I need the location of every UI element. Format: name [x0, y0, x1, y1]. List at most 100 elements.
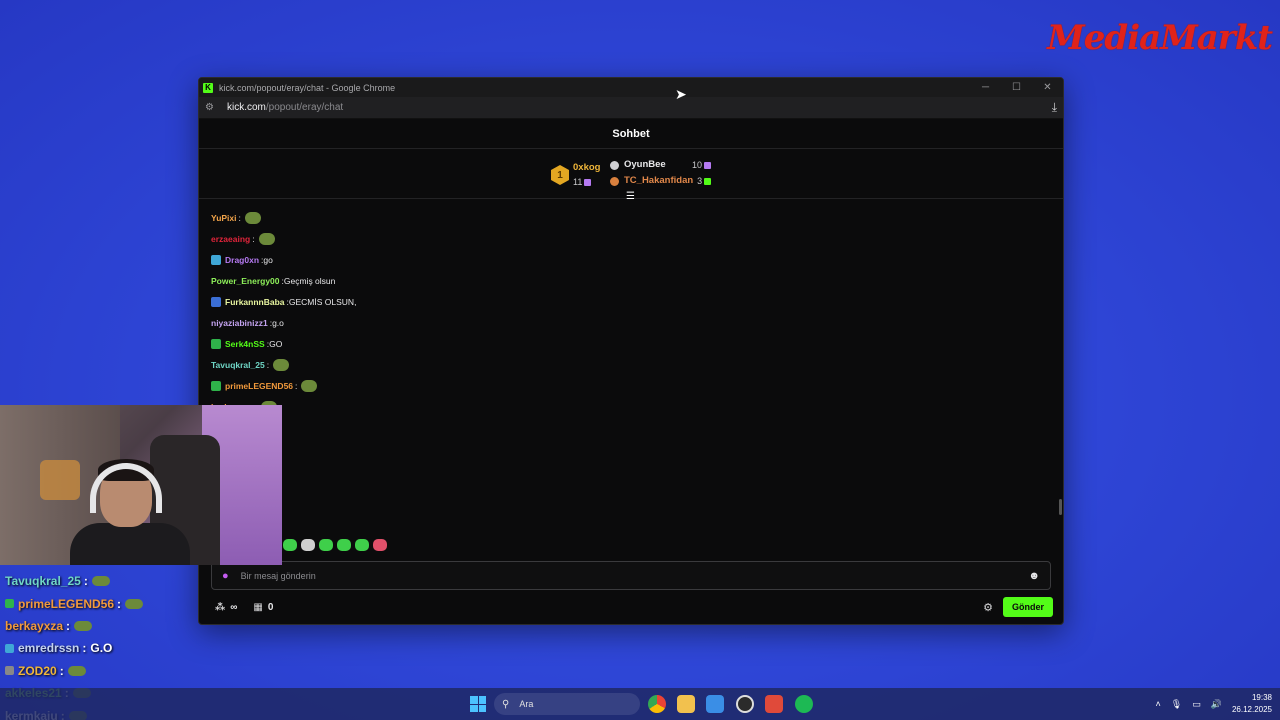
obs-icon[interactable]	[736, 695, 754, 713]
taskbar-search[interactable]: ⚲ Ara	[494, 693, 640, 715]
user-badge-icon	[5, 599, 14, 609]
user-badge-icon	[5, 643, 14, 653]
emote-icon	[258, 232, 275, 245]
url-path: /popout/eray/chat	[265, 102, 344, 113]
gift-icon	[584, 179, 592, 187]
chat-username[interactable]: Serk4nSS	[225, 339, 265, 349]
chat-username[interactable]: Tavuqkral_25	[211, 360, 265, 370]
search-icon: ⚲	[502, 698, 510, 710]
chrome-icon[interactable]	[648, 695, 666, 713]
chat-username[interactable]: Power_Energy00	[211, 276, 280, 286]
chat-message-text: Geçmiş olsun	[283, 275, 336, 286]
bronze-rank-icon	[610, 176, 619, 186]
gear-icon[interactable]: ⚙	[983, 601, 993, 614]
gift-icon	[704, 161, 712, 169]
leaderboard-row[interactable]: OyunBee 10	[610, 157, 712, 173]
overlay-username: primeLEGEND56	[18, 596, 115, 611]
leaderboard-name: OyunBee	[624, 159, 666, 170]
chat-message: niyaziabinizz1: g.o	[211, 312, 1051, 333]
overlay-username: Tavuqkral_25	[5, 574, 81, 589]
emote-icon	[125, 598, 144, 609]
emote-icon	[273, 358, 290, 371]
title-bar[interactable]: K kick.com/popout/eray/chat - Google Chr…	[199, 78, 1063, 97]
microphone-tray-icon[interactable]: 🎙	[1171, 699, 1182, 710]
chat-message: YuPixi:	[211, 207, 1051, 228]
gift-leaderboard: 1 0xkog 11 OyunBee 10 TC_Hakanfidan 3 ☰	[199, 149, 1063, 202]
brand-logo: MediaMarkt	[1047, 18, 1273, 58]
chat-separator: :	[266, 359, 270, 370]
url-host: kick.com	[227, 102, 266, 113]
overlay-chat-message: primeLEGEND56:	[5, 592, 144, 614]
chat-username[interactable]: Drag0xn	[225, 255, 259, 265]
emoji-icon[interactable]: ☻	[1028, 570, 1040, 582]
gifts-button[interactable]: ▦ 0	[253, 602, 273, 613]
window-title: kick.com/popout/eray/chat - Google Chrom…	[219, 82, 396, 93]
chat-username[interactable]: niyaziabinizz1	[211, 318, 268, 328]
chat-username[interactable]: FurkannnBaba	[225, 297, 285, 307]
user-badge-icon	[211, 338, 221, 349]
points-button[interactable]: ⁂ ∞	[215, 602, 237, 613]
chat-message-text: go	[263, 254, 273, 265]
chat-input[interactable]: ● Bir mesaj gönderin ☻	[211, 561, 1051, 590]
game-app-icon[interactable]	[765, 695, 783, 713]
gift-box-icon: ▦	[253, 601, 263, 613]
clock[interactable]: 19:38 26.12.2025	[1232, 692, 1272, 716]
overlay-message-text: G.O	[90, 641, 113, 656]
clock-date: 26.12.2025	[1231, 705, 1272, 714]
emote-icon	[301, 379, 318, 392]
overlay-chat-message: Tavuqkral_25:	[5, 570, 143, 592]
chat-message: erzaeaing:	[211, 228, 1051, 249]
overlay-chat-message: ZOD20:	[5, 660, 143, 682]
overlay-separator: :	[117, 596, 122, 611]
site-settings-icon[interactable]: ⚙	[205, 102, 219, 113]
microphone-icon[interactable]: ●	[222, 570, 229, 582]
chat-message-text: GECMİS OLSUN,	[288, 296, 357, 307]
emote-icon	[244, 211, 261, 224]
leaderboard-count: 3	[697, 176, 703, 186]
chat-separator: :	[252, 233, 255, 244]
chrome-window: K kick.com/popout/eray/chat - Google Chr…	[198, 77, 1064, 625]
silver-rank-icon	[610, 160, 619, 170]
chat-input-placeholder: Bir mesaj gönderin	[240, 570, 316, 581]
network-icon[interactable]: ▭	[1192, 699, 1201, 710]
kick-favicon-icon: K	[203, 82, 213, 93]
close-icon[interactable]: ✕	[1032, 82, 1063, 93]
chat-username[interactable]: YuPixi	[211, 213, 237, 223]
chat-message: FurkannnBaba: GECMİS OLSUN,	[211, 291, 1051, 312]
photos-icon[interactable]	[706, 695, 724, 713]
emote-icon	[373, 539, 387, 551]
overlay-separator: :	[66, 618, 71, 633]
leaderboard-first-count: 11	[573, 177, 583, 187]
leaderboard-first[interactable]: 1 0xkog 11	[551, 160, 600, 190]
chat-header: Sohbet	[199, 119, 1063, 149]
chat-message-text: g.o	[272, 317, 284, 328]
minimize-icon[interactable]: ─	[970, 82, 1001, 93]
maximize-icon[interactable]: ☐	[1001, 82, 1032, 93]
points-icon: ⁂	[215, 601, 226, 613]
overlay-chat-message: emredrssn: G.O	[5, 637, 143, 659]
volume-icon[interactable]: 🔊	[1211, 699, 1222, 710]
start-icon[interactable]	[470, 696, 486, 712]
chat-separator: :	[238, 212, 241, 223]
chevron-up-icon[interactable]: ˄	[1156, 699, 1161, 709]
chat-username[interactable]: erzaeaing	[211, 234, 250, 244]
user-badge-icon	[211, 296, 221, 307]
chat-message: Power_Energy00: Geçmiş olsun	[211, 270, 1051, 291]
leaderboard-row[interactable]: TC_Hakanfidan 3	[610, 173, 712, 189]
gift-count: 0	[267, 601, 274, 613]
spotify-icon[interactable]	[795, 695, 813, 713]
send-button[interactable]: Gönder	[1002, 597, 1053, 617]
download-icon[interactable]: ⤓	[1052, 100, 1057, 115]
leaderboard-others: OyunBee 10 TC_Hakanfidan 3	[610, 157, 712, 189]
chat-username[interactable]: primeLEGEND56	[225, 381, 293, 391]
chat-scrollbar[interactable]	[1059, 499, 1062, 515]
webcam-overlay	[0, 405, 282, 565]
file-explorer-icon[interactable]	[677, 695, 695, 713]
mouse-cursor-icon: ➤	[675, 86, 687, 102]
leaderboard-name: TC_Hakanfidan	[624, 175, 694, 186]
emote-icon	[67, 665, 86, 676]
address-bar[interactable]: ⚙ kick.com/popout/eray/chat ⤓	[199, 97, 1063, 119]
emote-icon	[74, 620, 93, 631]
user-badge-icon	[211, 380, 221, 391]
emote-message-row	[283, 539, 387, 551]
